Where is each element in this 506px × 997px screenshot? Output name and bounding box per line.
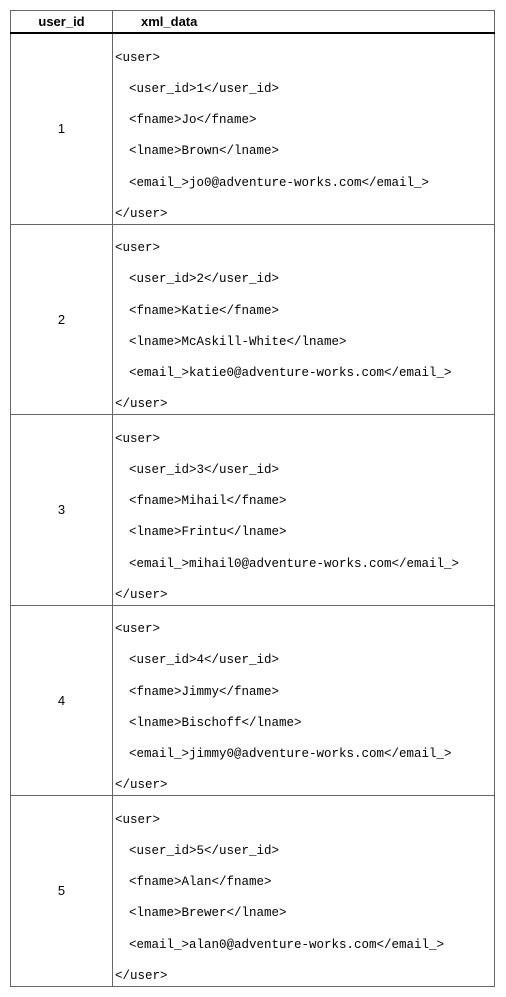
xml-lname-line: <lname>Brown</lname> [115, 144, 490, 160]
cell-xml-data: <user> <user_id>4</user_id> <fname>Jimmy… [113, 605, 495, 796]
xml-lname-line: <lname>Brewer</lname> [115, 906, 490, 922]
xml-user-id-line: <user_id>4</user_id> [115, 653, 490, 669]
table-row: 1 <user> <user_id>1</user_id> <fname>Jo<… [11, 33, 495, 224]
cell-xml-data: <user> <user_id>3</user_id> <fname>Mihai… [113, 415, 495, 606]
xml-email-line: <email_>jimmy0@adventure-works.com</emai… [115, 747, 490, 763]
xml-open-tag: <user> [115, 622, 490, 638]
xml-open-tag: <user> [115, 432, 490, 448]
xml-close-tag: </user> [115, 207, 490, 223]
cell-user-id: 1 [11, 33, 113, 224]
xml-lname-line: <lname>Bischoff</lname> [115, 716, 490, 732]
header-user-id: user_id [11, 11, 113, 34]
xml-fname-line: <fname>Jo</fname> [115, 113, 490, 129]
cell-user-id: 4 [11, 605, 113, 796]
xml-user-id-line: <user_id>1</user_id> [115, 82, 490, 98]
cell-user-id: 3 [11, 415, 113, 606]
result-table: user_id xml_data 1 <user> <user_id>1</us… [10, 10, 495, 987]
header-xml-data: xml_data [113, 11, 495, 34]
xml-email-line: <email_>mihail0@adventure-works.com</ema… [115, 557, 490, 573]
xml-lname-line: <lname>McAskill-White</lname> [115, 335, 490, 351]
cell-xml-data: <user> <user_id>5</user_id> <fname>Alan<… [113, 796, 495, 987]
header-row: user_id xml_data [11, 11, 495, 34]
xml-close-tag: </user> [115, 778, 490, 794]
xml-open-tag: <user> [115, 241, 490, 257]
cell-xml-data: <user> <user_id>1</user_id> <fname>Jo</f… [113, 33, 495, 224]
xml-email-line: <email_>alan0@adventure-works.com</email… [115, 938, 490, 954]
xml-user-id-line: <user_id>5</user_id> [115, 844, 490, 860]
xml-user-id-line: <user_id>2</user_id> [115, 272, 490, 288]
xml-fname-line: <fname>Katie</fname> [115, 304, 490, 320]
xml-lname-line: <lname>Frintu</lname> [115, 525, 490, 541]
table-row: 3 <user> <user_id>3</user_id> <fname>Mih… [11, 415, 495, 606]
table-row: 5 <user> <user_id>5</user_id> <fname>Ala… [11, 796, 495, 987]
cell-xml-data: <user> <user_id>2</user_id> <fname>Katie… [113, 224, 495, 415]
xml-open-tag: <user> [115, 51, 490, 67]
cell-user-id: 2 [11, 224, 113, 415]
xml-fname-line: <fname>Jimmy</fname> [115, 685, 490, 701]
xml-close-tag: </user> [115, 969, 490, 985]
table-row: 4 <user> <user_id>4</user_id> <fname>Jim… [11, 605, 495, 796]
xml-email-line: <email_>katie0@adventure-works.com</emai… [115, 366, 490, 382]
xml-close-tag: </user> [115, 588, 490, 604]
table-row: 2 <user> <user_id>2</user_id> <fname>Kat… [11, 224, 495, 415]
xml-email-line: <email_>jo0@adventure-works.com</email_> [115, 176, 490, 192]
xml-fname-line: <fname>Mihail</fname> [115, 494, 490, 510]
xml-close-tag: </user> [115, 397, 490, 413]
xml-fname-line: <fname>Alan</fname> [115, 875, 490, 891]
cell-user-id: 5 [11, 796, 113, 987]
xml-user-id-line: <user_id>3</user_id> [115, 463, 490, 479]
xml-open-tag: <user> [115, 813, 490, 829]
